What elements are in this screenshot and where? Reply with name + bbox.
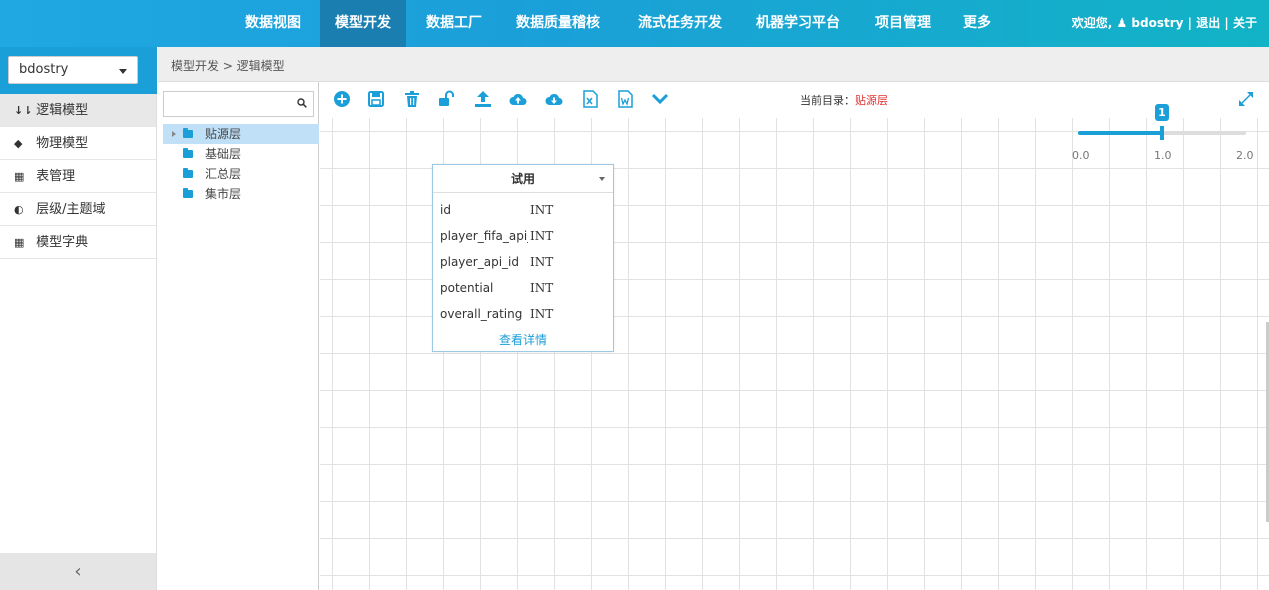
excel-icon[interactable] [581,90,599,108]
current-directory: 当前目录：贴源层 [800,92,888,108]
sidebar-header: bdostry [0,47,157,94]
delete-icon[interactable] [403,90,421,108]
nav-item-ml-platform[interactable]: 机器学习平台 [743,0,853,47]
field-name: overall_rating [440,307,523,321]
upload-icon[interactable] [474,90,492,108]
user-icon: ♟ [1116,16,1128,30]
nav-item-more[interactable]: 更多 [950,0,1004,47]
zoom-tick-label: 2.0 [1236,149,1254,162]
nav-item-model-dev[interactable]: 模型开发 [320,0,406,47]
nav-item-stream-tasks[interactable]: 流式任务开发 [625,0,735,47]
folder-icon [183,188,193,198]
separator: | [1220,16,1233,30]
sidebar-item-layers[interactable]: ◐ 层级/主题域 [0,193,156,226]
breadcrumb: 模型开发 > 逻辑模型 [158,47,1269,82]
search-icon [297,98,307,108]
caret-right-icon[interactable] [172,131,176,137]
nav-item-data-view[interactable]: 数据视图 [232,0,314,47]
zoom-slider[interactable]: 1 0.0 1.0 2.0 [1072,102,1256,162]
view-details-link[interactable]: 查看详情 [433,331,613,348]
entity-field-row: potential INT [433,275,613,301]
tree-node-label: 集市层 [205,187,242,201]
sidebar-item-label: 物理模型 [36,136,89,151]
field-type: INT [530,307,554,321]
chevron-down-icon[interactable] [599,177,605,181]
sort-icon: ↓⇂ [14,104,33,117]
save-icon[interactable] [367,90,385,108]
word-icon[interactable] [616,90,634,108]
sidebar-item-label: 层级/主题域 [36,202,106,217]
entity-title: 试用 [433,165,613,193]
add-icon[interactable] [333,90,351,108]
username: bdostry [1131,16,1184,30]
folder-icon [183,168,193,178]
sidebar: bdostry ↓⇂ 逻辑模型 ◆ 物理模型 ▦ 表管理 ◐ 层级/主题域 ▦ … [0,47,157,590]
about-link[interactable]: 关于 [1233,16,1257,30]
tree-node[interactable]: 基础层 [163,144,319,164]
breadcrumb-text: 模型开发 > 逻辑模型 [171,59,285,73]
current-directory-value: 贴源层 [855,94,888,107]
entity-field-row: overall_rating INT [433,301,613,327]
entity-card[interactable]: 试用 id INT player_fifa_api_id INT player_… [432,164,614,352]
logout-link[interactable]: 退出 [1196,16,1220,30]
nav-item-data-quality[interactable]: 数据质量稽核 [503,0,613,47]
sidebar-item-model-dict[interactable]: ▦ 模型字典 [0,226,156,259]
grid-icon: ▦ [14,170,25,183]
model-canvas[interactable]: 当前目录：贴源层 1 0.0 1.0 2.0 试用 id INT player_… [320,82,1269,590]
top-navbar: 数据视图 模型开发 数据工厂 数据质量稽核 流式任务开发 机器学习平台 项目管理… [0,0,1269,47]
chevron-left-icon: ‹ [74,561,82,582]
zoom-value-bubble: 1 [1155,104,1169,121]
tree-node[interactable]: 贴源层 [163,124,319,144]
field-name: player_fifa_api_id [440,229,528,243]
project-select[interactable]: bdostry [8,56,138,84]
field-name: potential [440,281,494,295]
folder-icon [183,148,193,158]
project-select-value: bdostry [19,62,69,77]
field-type: INT [530,281,554,295]
zoom-handle[interactable] [1160,126,1164,140]
entity-field-row: id INT [433,197,613,223]
grid-icon: ▦ [14,236,25,249]
sidebar-item-logical-model[interactable]: ↓⇂ 逻辑模型 [0,94,156,127]
cloud-download-icon[interactable] [545,90,563,108]
tree-node-label: 基础层 [205,147,242,161]
tree-node[interactable]: 汇总层 [163,164,319,184]
field-type: INT [530,203,554,217]
folder-icon [183,128,193,138]
zoom-tick-label: 0.0 [1072,149,1090,162]
sidebar-item-label: 逻辑模型 [36,103,89,118]
field-name: id [440,203,451,217]
field-name: player_api_id [440,255,519,269]
field-type: INT [530,229,554,243]
tree-search-input[interactable] [163,91,314,117]
cloud-upload-icon[interactable] [509,90,527,108]
sidebar-item-label: 模型字典 [36,235,89,250]
tree-panel: 贴源层 基础层 汇总层 集市层 [158,82,319,590]
tree-node[interactable]: 集市层 [163,184,319,204]
sidebar-item-label: 表管理 [36,169,76,184]
separator: | [1183,16,1197,30]
unlock-icon[interactable] [437,90,455,108]
current-directory-label: 当前目录： [800,94,855,107]
welcome-text: 欢迎您, [1071,16,1113,30]
collapse-sidebar-button[interactable]: ‹ [0,553,156,590]
entity-field-row: player_fifa_api_id INT [433,223,613,249]
zoom-fill [1078,131,1162,135]
nav-item-project-mgmt[interactable]: 项目管理 [862,0,944,47]
sidebar-item-physical-model[interactable]: ◆ 物理模型 [0,127,156,160]
nav-item-data-factory[interactable]: 数据工厂 [413,0,495,47]
chevron-down-icon[interactable] [651,90,669,108]
sidebar-item-table-mgmt[interactable]: ▦ 表管理 [0,160,156,193]
chevron-down-icon [119,69,127,74]
entity-field-row: player_api_id INT [433,249,613,275]
field-type: INT [530,255,554,269]
layers-icon: ◐ [14,203,24,216]
cube-icon: ◆ [14,137,23,150]
zoom-tick-label: 1.0 [1154,149,1172,162]
tree-node-label: 汇总层 [205,167,242,181]
user-bar: 欢迎您, ♟ bdostry | 退出 | 关于 [1072,0,1257,47]
tree-node-label: 贴源层 [205,127,242,141]
